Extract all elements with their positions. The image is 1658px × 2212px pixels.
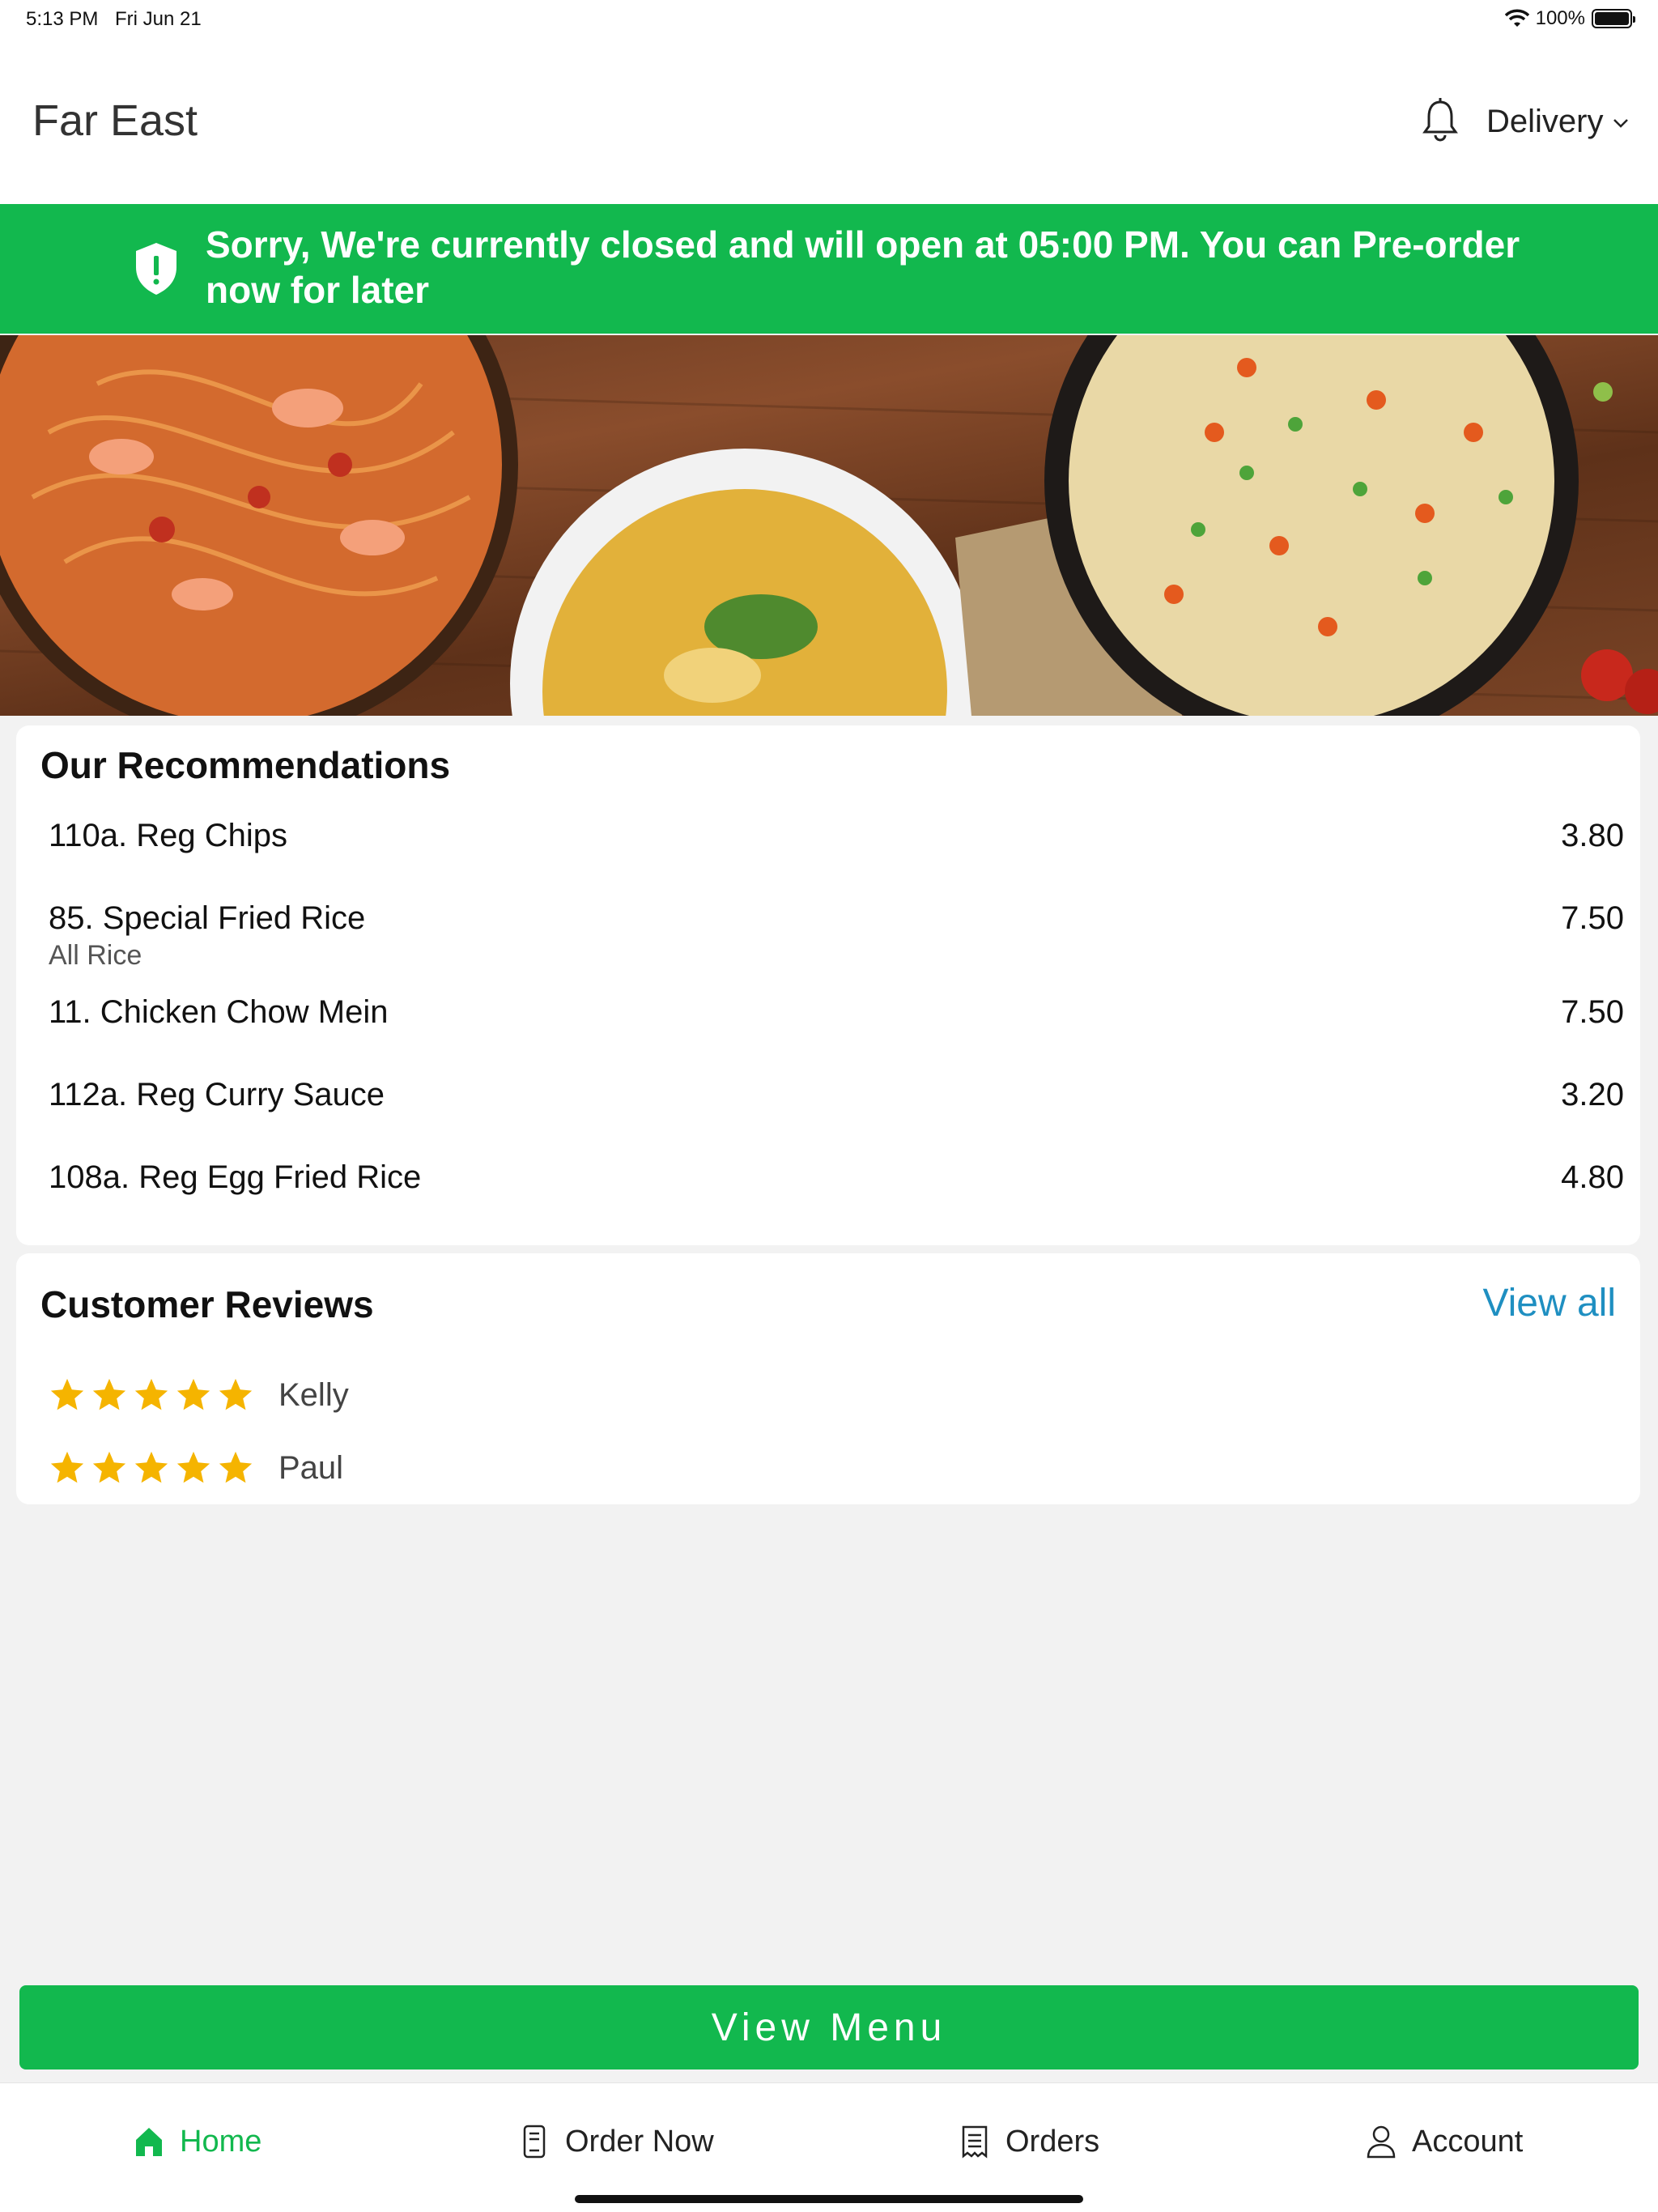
status-right: 100% <box>1504 7 1635 30</box>
reviewer-name: Kelly <box>278 1376 349 1413</box>
user-icon <box>1367 2125 1396 2159</box>
food-illustration <box>0 335 1658 716</box>
star-rating <box>49 1376 254 1414</box>
home-icon <box>136 2128 162 2156</box>
item-category: All Rice <box>49 940 142 971</box>
recommendations-title: Our Recommendations <box>40 744 451 786</box>
recommendation-item[interactable]: 110a. Reg Chips 3.80 <box>49 818 1624 854</box>
hero-food-image <box>0 335 1658 716</box>
recommendation-item[interactable]: 85. Special Fried Rice All Rice 7.50 <box>49 900 1624 972</box>
order-icon <box>523 2125 546 2159</box>
tab-orders[interactable]: Orders <box>959 2124 1099 2159</box>
item-price: 3.20 <box>1561 1077 1624 1112</box>
view-all-reviews-link[interactable]: View all <box>1482 1281 1616 1325</box>
star-icon <box>92 1451 126 1483</box>
star-icon <box>92 1378 126 1410</box>
closed-banner: Sorry, We're currently closed and will o… <box>0 204 1658 334</box>
tab-account[interactable]: Account <box>1365 2124 1523 2159</box>
item-price: 7.50 <box>1561 994 1624 1030</box>
recommendation-item[interactable]: 108a. Reg Egg Fried Rice 4.80 <box>49 1159 1624 1196</box>
item-price: 7.50 <box>1561 900 1624 936</box>
review-row: Kelly <box>49 1376 349 1414</box>
status-bar: 5:13 PM Fri Jun 21 100% <box>0 0 1658 39</box>
bottom-tab-bar: Home Order Now Orders Account <box>0 2082 1658 2212</box>
bell-icon[interactable] <box>1422 97 1459 143</box>
battery-icon <box>1592 9 1635 28</box>
tab-label: Orders <box>1005 2124 1100 2159</box>
item-name: 108a. Reg Egg Fried Rice <box>49 1159 422 1195</box>
shield-alert-icon <box>136 243 176 295</box>
star-icon <box>50 1378 84 1410</box>
item-name: 11. Chicken Chow Mein <box>49 994 389 1030</box>
reviews-title: Customer Reviews <box>40 1283 374 1325</box>
recommendation-item[interactable]: 112a. Reg Curry Sauce 3.20 <box>49 1077 1624 1113</box>
app-header: Far East Delivery <box>0 39 1658 204</box>
tab-home[interactable]: Home <box>133 2124 261 2159</box>
battery-percent: 100% <box>1535 7 1585 29</box>
star-icon <box>134 1451 168 1483</box>
item-name: 85. Special Fried Rice <box>49 900 366 936</box>
recommendation-item[interactable]: 11. Chicken Chow Mein 7.50 <box>49 994 1624 1031</box>
tab-label: Order Now <box>565 2124 714 2159</box>
star-icon <box>176 1378 210 1410</box>
star-icon <box>219 1378 253 1410</box>
closed-message: Sorry, We're currently closed and will o… <box>206 223 1520 311</box>
star-icon <box>50 1451 84 1483</box>
status-time: 5:13 PM <box>26 8 99 30</box>
reviewer-name: Paul <box>278 1449 344 1486</box>
delivery-mode-selector[interactable]: Delivery <box>1486 104 1603 140</box>
customer-reviews-card: Customer Reviews View all Kelly Paul <box>16 1253 1640 1504</box>
view-menu-button[interactable]: View Menu <box>19 1985 1639 2069</box>
star-icon <box>134 1378 168 1410</box>
restaurant-title: Far East <box>32 96 198 145</box>
chevron-down-icon[interactable] <box>1611 113 1630 133</box>
review-row: Paul <box>49 1449 343 1487</box>
tab-label: Home <box>180 2124 262 2159</box>
tab-order-now[interactable]: Order Now <box>518 2124 714 2159</box>
star-icon <box>219 1451 253 1483</box>
item-name: 110a. Reg Chips <box>49 818 287 853</box>
item-price: 3.80 <box>1561 818 1624 853</box>
wifi-icon <box>1504 9 1529 27</box>
receipt-icon <box>962 2125 988 2159</box>
star-rating <box>49 1449 254 1487</box>
item-name: 112a. Reg Curry Sauce <box>49 1077 385 1112</box>
item-price: 4.80 <box>1561 1159 1624 1195</box>
recommendations-card: Our Recommendations 110a. Reg Chips 3.80… <box>16 725 1640 1245</box>
home-indicator <box>575 2195 1083 2203</box>
tab-label: Account <box>1412 2124 1524 2159</box>
star-icon <box>176 1451 210 1483</box>
status-date: Fri Jun 21 <box>115 8 202 30</box>
